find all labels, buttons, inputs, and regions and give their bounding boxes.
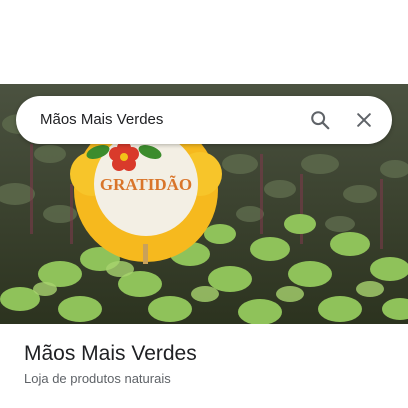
top-blank-area <box>0 0 408 84</box>
sign-text: GRATIDÃO <box>100 175 192 194</box>
search-icon[interactable] <box>304 104 336 136</box>
close-icon[interactable] <box>348 104 380 136</box>
search-input[interactable]: Mãos Mais Verdes <box>40 96 163 144</box>
place-name: Mãos Mais Verdes <box>24 342 197 365</box>
place-category: Loja de produtos naturais <box>24 371 171 386</box>
place-info-panel[interactable]: Mãos Mais Verdes Loja de produtos natura… <box>0 324 408 408</box>
search-bar[interactable]: Mãos Mais Verdes <box>16 96 392 144</box>
